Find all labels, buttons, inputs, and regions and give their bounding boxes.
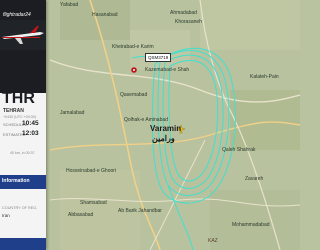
place-label: Ahmadabad — [170, 10, 197, 16]
place-label: Mohammadabad — [232, 222, 270, 228]
place-label: Abbasabad — [68, 212, 94, 218]
departure-time: 10:45 — [22, 120, 39, 127]
flight-callsign-label[interactable]: QSM3719 — [145, 53, 172, 62]
place-label: Hasanabad — [92, 12, 118, 18]
place-label: Qaleh Shahrak — [222, 147, 256, 153]
location-pin-icon[interactable] — [131, 67, 137, 73]
place-label: Hosseinabad-e Ghoori — [66, 168, 117, 174]
place-label: Yafabad — [60, 2, 79, 8]
flight-progress-text: 40 km, in 00:37 — [10, 151, 35, 155]
place-label: Qolhak-e Aminabad — [124, 117, 168, 123]
place-label: Jamalabad — [60, 110, 85, 116]
arrival-time-row: ESTIMATED 12:03 — [0, 130, 46, 140]
country-value: Iran — [2, 213, 10, 218]
country-label: COUNTRY OF REG. — [2, 206, 38, 210]
airport-city: TEHRAN — [3, 108, 24, 114]
bottom-section-header[interactable] — [0, 238, 46, 250]
place-label: Zavareh — [245, 176, 264, 182]
arrival-time: 12:03 — [22, 130, 39, 137]
place-label: Qasemabad — [120, 92, 148, 98]
app-logo[interactable]: flightradar24 — [3, 12, 31, 18]
information-section-label: Information — [2, 178, 30, 184]
place-label: KAZ — [208, 238, 218, 244]
city-label-local: ورامین — [152, 134, 175, 143]
city-label: Varamin — [150, 124, 182, 133]
place-label: Kazemabad-e Shah — [145, 67, 190, 73]
flight-info-panel: flightradar24 THR TEHRAN +0430 (UTC +04:… — [0, 0, 46, 250]
timezone: +0430 (UTC +04:30) — [3, 115, 36, 119]
information-section-header[interactable]: Information — [0, 175, 46, 189]
place-label: Kheirabad-e Karim — [112, 44, 154, 50]
place-label: Ab Barik Jahandbar — [118, 208, 162, 214]
panel-header: flightradar24 — [0, 0, 46, 93]
place-label: Kalateh-Pain — [250, 74, 279, 80]
departure-time-row: SCHEDULED 10:45 — [0, 120, 46, 130]
aircraft-photo[interactable] — [0, 20, 46, 50]
airport-code: THR — [2, 90, 35, 107]
place-label: Shamsabad — [80, 200, 107, 206]
place-label: Khorasaneh — [175, 19, 202, 25]
